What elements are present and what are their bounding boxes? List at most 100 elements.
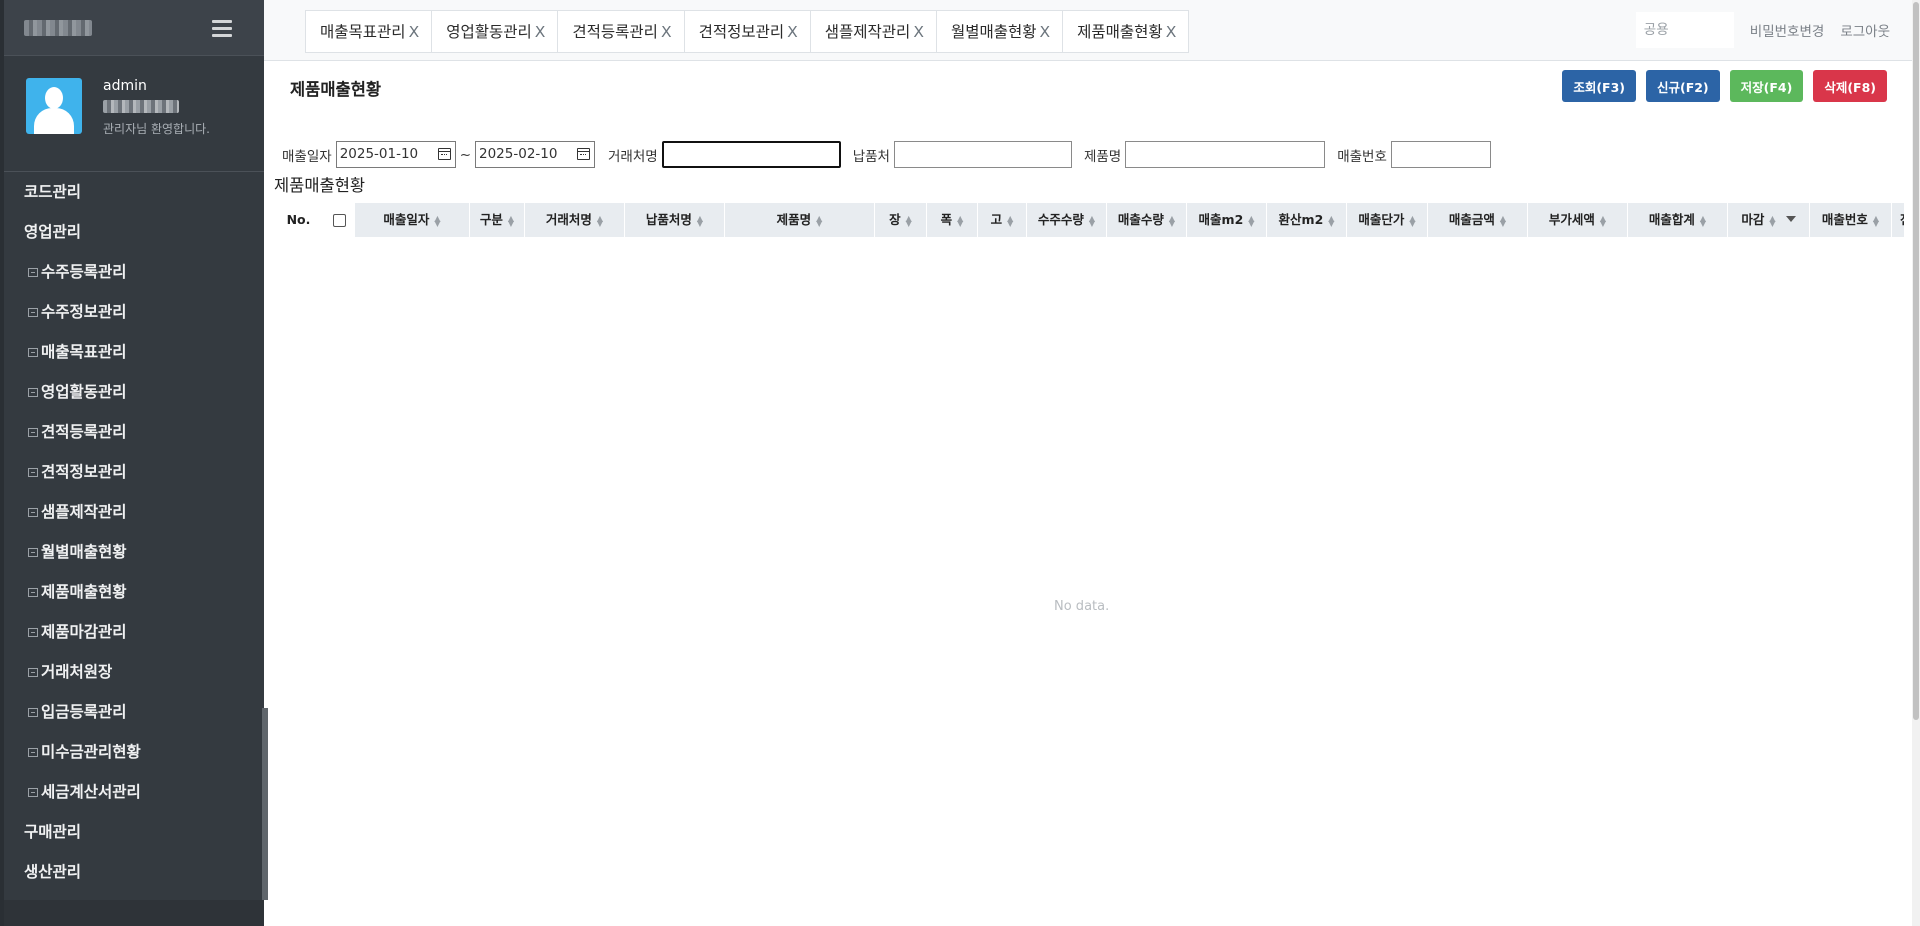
tab[interactable]: 월별매출현황 X: [935, 10, 1063, 53]
filter-icon[interactable]: [1785, 215, 1796, 222]
tab[interactable]: 견적정보관리 X: [683, 10, 810, 53]
sort-icon[interactable]: ▲ ▼: [1169, 214, 1175, 227]
column-header[interactable]: 매출금액 ▲ ▼: [1428, 203, 1528, 237]
tab-close-icon[interactable]: X: [661, 23, 672, 41]
tab[interactable]: 매출목표관리 X: [305, 10, 432, 53]
column-header[interactable]: 환산m2 ▲ ▼: [1267, 203, 1347, 237]
sidebar-item[interactable]: 영업활동관리: [4, 372, 264, 412]
sort-icon[interactable]: ▲ ▼: [1409, 214, 1415, 227]
sidebar-item[interactable]: 입금등록관리: [4, 692, 264, 732]
column-header-label: 부가세액: [1548, 212, 1595, 227]
new-button[interactable]: 신규(F2): [1645, 70, 1720, 102]
column-header-label: 폭: [940, 212, 953, 227]
sidebar-item[interactable]: 월별매출현황: [4, 532, 264, 572]
column-header[interactable]: 매출m2 ▲ ▼: [1187, 203, 1267, 237]
sort-icon[interactable]: ▲ ▼: [1007, 214, 1013, 227]
sort-icon[interactable]: ▲ ▼: [1248, 214, 1254, 227]
delivery-input[interactable]: [893, 141, 1072, 168]
sidebar-item[interactable]: 매출목표관리: [4, 332, 264, 372]
change-password-link[interactable]: 비밀번호변경: [1750, 20, 1825, 40]
tab[interactable]: 영업활동관리 X: [431, 10, 558, 53]
logout-link[interactable]: 로그아웃: [1840, 20, 1890, 40]
sidebar-item[interactable]: 견적등록관리: [4, 412, 264, 452]
sort-icon[interactable]: ▲ ▼: [1873, 214, 1879, 227]
tab[interactable]: 샘플제작관리 X: [809, 10, 936, 53]
tab-close-icon[interactable]: X: [787, 23, 798, 41]
sidebar-item[interactable]: 구매관리: [4, 812, 264, 852]
column-header[interactable]: 장 ▲ ▼: [875, 203, 927, 237]
sidebar-item[interactable]: 세금계산서관리: [4, 772, 264, 812]
column-header[interactable]: 부가세액 ▲ ▼: [1528, 203, 1628, 237]
search-button[interactable]: 조회(F3): [1562, 70, 1636, 102]
action-buttons: 조회(F3) 신규(F2) 저장(F4) 삭제(F8): [1562, 70, 1887, 102]
submenu-icon: [28, 508, 38, 517]
sort-icon[interactable]: ▲ ▼: [906, 214, 912, 227]
sidebar-item[interactable]: 견적정보관리: [4, 452, 264, 492]
column-header[interactable]: 수주수량 ▲ ▼: [1027, 203, 1107, 237]
sort-icon[interactable]: ▲ ▼: [434, 214, 440, 227]
sidebar-item[interactable]: 제품매출현황: [4, 572, 264, 612]
column-header[interactable]: 전표: [1892, 203, 1904, 237]
client-name-input[interactable]: [661, 141, 841, 168]
tab-close-icon[interactable]: X: [1166, 23, 1177, 41]
page-scrollbar-thumb[interactable]: [1913, 2, 1919, 720]
tab[interactable]: 견적등록관리 X: [557, 10, 684, 53]
column-header[interactable]: 마감 ▲ ▼: [1728, 203, 1810, 237]
sidebar-item[interactable]: 미수금관리현황: [4, 732, 264, 772]
sidebar-scrollbar[interactable]: [262, 708, 268, 900]
column-header-label: 매출수량: [1117, 212, 1164, 227]
sort-icon[interactable]: ▲ ▼: [816, 214, 822, 227]
date-from-input[interactable]: 2025-01-10: [335, 141, 456, 168]
column-header[interactable]: 고 ▲ ▼: [978, 203, 1027, 237]
column-header[interactable]: 제품명 ▲ ▼: [725, 203, 875, 237]
sort-icon[interactable]: ▲ ▼: [1328, 214, 1334, 227]
select-all-checkbox[interactable]: [332, 214, 346, 227]
sidebar-item-label: 수주등록관리: [41, 263, 127, 281]
sort-icon[interactable]: ▲ ▼: [1769, 214, 1775, 227]
tab-close-icon[interactable]: X: [535, 23, 546, 41]
tab-close-icon[interactable]: X: [913, 23, 924, 41]
sidebar-item[interactable]: 수주등록관리: [4, 252, 264, 292]
sidebar-item[interactable]: 수주정보관리: [4, 292, 264, 332]
column-header[interactable]: No.: [274, 203, 324, 237]
sort-icon[interactable]: ▲ ▼: [1089, 214, 1095, 227]
column-header[interactable]: 매출번호 ▲ ▼: [1810, 203, 1892, 237]
sort-icon[interactable]: ▲ ▼: [957, 214, 963, 227]
column-header[interactable]: 폭 ▲ ▼: [927, 203, 978, 237]
column-header[interactable]: [324, 203, 355, 237]
column-header[interactable]: 매출수량 ▲ ▼: [1107, 203, 1187, 237]
delete-button[interactable]: 삭제(F8): [1813, 70, 1887, 102]
sidebar-item[interactable]: 생산관리: [4, 852, 264, 892]
column-header[interactable]: 매출합계 ▲ ▼: [1628, 203, 1728, 237]
calendar-icon[interactable]: [437, 148, 451, 160]
sort-icon[interactable]: ▲ ▼: [1500, 214, 1506, 227]
column-header[interactable]: 거래처명 ▲ ▼: [525, 203, 625, 237]
column-header[interactable]: 구분 ▲ ▼: [470, 203, 525, 237]
product-name-input[interactable]: [1125, 141, 1326, 168]
date-to-input[interactable]: 2025-02-10: [475, 141, 595, 168]
sort-icon[interactable]: ▲ ▼: [1600, 214, 1606, 227]
column-header[interactable]: 납품처명 ▲ ▼: [625, 203, 725, 237]
sidebar-item[interactable]: 영업관리: [4, 212, 264, 252]
column-header-label: 매출m2: [1198, 212, 1244, 227]
save-button[interactable]: 저장(F4): [1729, 70, 1804, 102]
sort-icon[interactable]: ▲ ▼: [508, 214, 514, 227]
calendar-icon[interactable]: [577, 148, 590, 160]
tab-close-icon[interactable]: X: [409, 23, 420, 41]
sidebar-item[interactable]: 코드관리: [4, 172, 264, 212]
sidebar-item[interactable]: 샘플제작관리: [4, 492, 264, 532]
hamburger-menu-icon[interactable]: [212, 20, 232, 37]
sales-no-input[interactable]: [1390, 141, 1491, 168]
sort-icon[interactable]: ▲ ▼: [697, 214, 703, 227]
tab-close-icon[interactable]: X: [1040, 23, 1051, 41]
sort-icon[interactable]: ▲ ▼: [597, 214, 603, 227]
sort-icon[interactable]: ▲ ▼: [1700, 214, 1706, 227]
header-search-input[interactable]: [1635, 12, 1734, 48]
column-header[interactable]: 매출단가 ▲ ▼: [1347, 203, 1428, 237]
tab[interactable]: 제품매출현황 X: [1062, 10, 1190, 53]
sidebar-item[interactable]: 제품마감관리: [4, 612, 264, 652]
sidebar-item[interactable]: 거래처원장: [4, 652, 264, 692]
column-header[interactable]: 매출일자 ▲ ▼: [355, 203, 470, 237]
user-panel: admin 관리자님 환영합니다.: [4, 56, 264, 172]
column-header-label: 수주수량: [1037, 212, 1084, 227]
